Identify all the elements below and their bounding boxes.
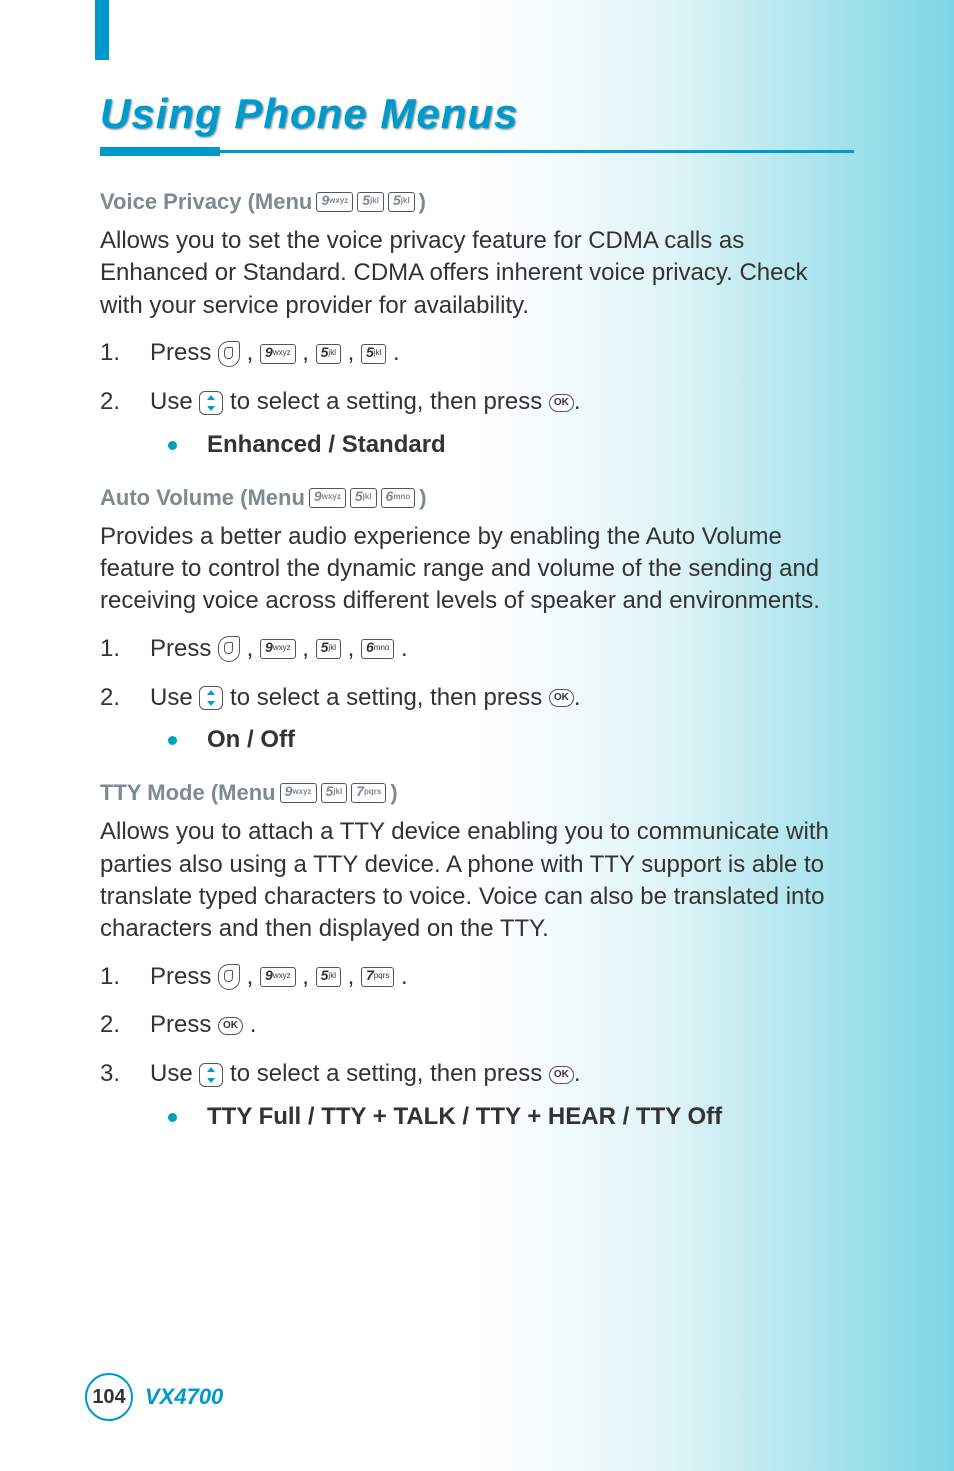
section-paragraph: Allows you to set the voice privacy feat… xyxy=(100,225,854,322)
page-title: Using Phone Menus xyxy=(100,90,854,138)
section-heading-voice-privacy: Voice Privacy (Menu 9wxyz 5jkl 5jkl ) xyxy=(100,189,854,215)
step-text: . xyxy=(574,684,581,711)
step-item: Use to select a setting, then press OK. … xyxy=(100,385,854,463)
model-label: VX4700 xyxy=(145,1384,223,1410)
step-item: Press , 9wxyz , 5jkl , 5jkl . xyxy=(100,336,854,371)
page-number: 104 xyxy=(85,1373,133,1421)
step-text: Use xyxy=(150,388,199,415)
key-7-icon: 7pqrs xyxy=(361,967,394,987)
bullet-text: On / Off xyxy=(207,723,295,758)
section-paragraph: Allows you to attach a TTY device enabli… xyxy=(100,816,854,946)
nav-key-icon xyxy=(199,391,223,415)
key-5-icon: 5jkl xyxy=(388,192,415,212)
section-paragraph: Provides a better audio experience by en… xyxy=(100,521,854,618)
step-suffix: . xyxy=(401,963,408,990)
key-5-icon: 5jkl xyxy=(350,488,377,508)
sub-bullet: On / Off xyxy=(150,723,854,758)
key-7-icon: 7pqrs xyxy=(351,783,386,803)
title-underline xyxy=(100,150,854,153)
step-text: to select a setting, then press xyxy=(230,684,549,711)
steps-list: Press , 9wxyz , 5jkl , 7pqrs . Press OK … xyxy=(100,960,854,1135)
step-text: Press xyxy=(150,339,218,366)
key-5-icon: 5jkl xyxy=(357,192,384,212)
step-text: Press xyxy=(150,1011,218,1038)
step-text: Use xyxy=(150,1060,199,1087)
step-item: Press OK . xyxy=(100,1008,854,1043)
sub-bullet: Enhanced / Standard xyxy=(150,428,854,463)
nav-key-icon xyxy=(199,686,223,710)
steps-list: Press , 9wxyz , 5jkl , 5jkl . Use to sel… xyxy=(100,336,854,462)
header-tab xyxy=(95,0,109,60)
key-9-icon: 9wxyz xyxy=(260,967,296,987)
ok-key-icon: OK xyxy=(549,394,574,412)
step-item: Use to select a setting, then press OK. … xyxy=(100,681,854,759)
bullet-icon xyxy=(168,1113,177,1122)
softkey-icon xyxy=(218,636,240,662)
step-text: . xyxy=(574,1060,581,1087)
bullet-icon xyxy=(168,736,177,745)
heading-prefix: TTY Mode (Menu xyxy=(100,780,276,806)
heading-suffix: ) xyxy=(390,780,397,806)
key-9-icon: 9wxyz xyxy=(316,192,353,212)
sub-bullet: TTY Full / TTY + TALK / TTY + HEAR / TTY… xyxy=(150,1100,854,1135)
step-text: Use xyxy=(150,684,199,711)
bullet-text: Enhanced / Standard xyxy=(207,428,446,463)
key-9-icon: 9wxyz xyxy=(309,488,346,508)
key-5-icon: 5jkl xyxy=(321,783,348,803)
step-item: Press , 9wxyz , 5jkl , 6mno . xyxy=(100,632,854,667)
ok-key-icon: OK xyxy=(549,1066,574,1084)
key-6-icon: 6mno xyxy=(361,639,394,659)
key-5-icon: 5jkl xyxy=(316,344,341,364)
bullet-icon xyxy=(168,441,177,450)
heading-suffix: ) xyxy=(419,189,426,215)
softkey-icon xyxy=(218,341,240,367)
ok-key-icon: OK xyxy=(549,689,574,707)
key-5-icon: 5jkl xyxy=(316,639,341,659)
nav-key-icon xyxy=(199,1063,223,1087)
step-suffix: . xyxy=(393,339,400,366)
key-6-icon: 6mno xyxy=(381,488,416,508)
step-item: Use to select a setting, then press OK. … xyxy=(100,1057,854,1135)
key-9-icon: 9wxyz xyxy=(260,639,296,659)
step-item: Press , 9wxyz , 5jkl , 7pqrs . xyxy=(100,960,854,995)
step-text: to select a setting, then press xyxy=(230,1060,549,1087)
key-5-icon: 5jkl xyxy=(316,967,341,987)
step-suffix: . xyxy=(401,635,408,662)
key-5-icon: 5jkl xyxy=(361,344,386,364)
step-text: Press xyxy=(150,635,218,662)
steps-list: Press , 9wxyz , 5jkl , 6mno . Use to sel… xyxy=(100,632,854,758)
step-text: Press xyxy=(150,963,218,990)
step-text: . xyxy=(250,1011,257,1038)
section-heading-auto-volume: Auto Volume (Menu 9wxyz 5jkl 6mno ) xyxy=(100,485,854,511)
step-text: to select a setting, then press xyxy=(230,388,549,415)
key-9-icon: 9wxyz xyxy=(280,783,317,803)
page-content: Using Phone Menus Voice Privacy (Menu 9w… xyxy=(0,0,954,1135)
heading-suffix: ) xyxy=(419,485,426,511)
step-text: . xyxy=(574,388,581,415)
ok-key-icon: OK xyxy=(218,1017,243,1035)
heading-prefix: Voice Privacy (Menu xyxy=(100,189,312,215)
softkey-icon xyxy=(218,964,240,990)
key-9-icon: 9wxyz xyxy=(260,344,296,364)
bullet-text: TTY Full / TTY + TALK / TTY + HEAR / TTY… xyxy=(207,1100,722,1135)
section-heading-tty-mode: TTY Mode (Menu 9wxyz 5jkl 7pqrs ) xyxy=(100,780,854,806)
page-footer: 104 VX4700 xyxy=(85,1373,223,1421)
heading-prefix: Auto Volume (Menu xyxy=(100,485,305,511)
